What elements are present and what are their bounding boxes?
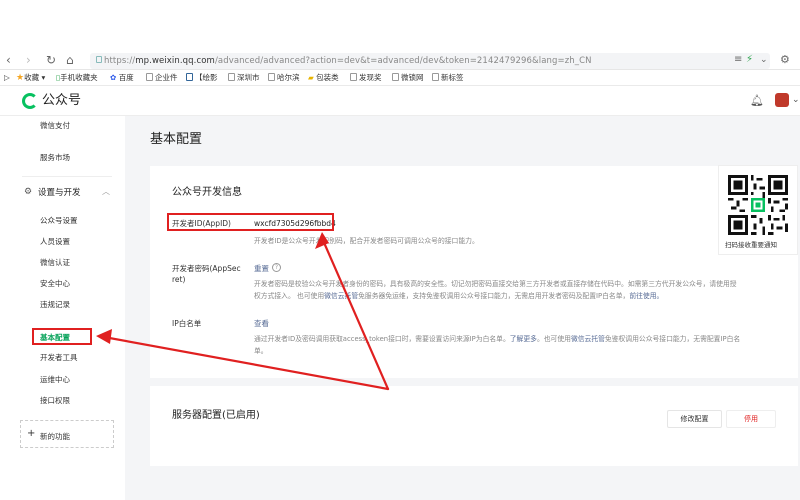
sidebar-item-violations[interactable]: 违规记录 [40, 299, 70, 311]
folder-icon: ▰ [308, 73, 314, 82]
dev-info-card [150, 166, 798, 378]
gear-icon[interactable]: ⚙ [780, 53, 790, 67]
lock-icon [96, 56, 102, 63]
bookmark-item[interactable]: 发现奖 [350, 72, 382, 83]
add-feature-label[interactable]: 新的功能 [40, 431, 70, 443]
chevron-up-icon[interactable]: ︿ [102, 186, 110, 197]
bookmark-item[interactable]: 企业件 [146, 72, 178, 83]
ip-desc-line2: 单。 [254, 347, 268, 355]
qr-code-icon [728, 175, 788, 235]
sidebar-item-security[interactable]: 安全中心 [40, 278, 70, 290]
url-scheme: https:// [104, 56, 136, 66]
bookmark-item[interactable]: 新标签 [432, 72, 464, 83]
page-icon [350, 73, 357, 81]
ip-whitelist-label: IP白名单 [172, 319, 202, 328]
chevron-down-icon[interactable]: ⌄ [760, 53, 768, 67]
sidebar-item-account-settings[interactable]: 公众号设置 [40, 215, 78, 227]
bookmark-sidebar-toggle[interactable]: ▷ [4, 72, 10, 83]
secret-label: 开发者密码(AppSec [172, 264, 241, 273]
page-icon [268, 73, 275, 81]
learn-more-link[interactable]: 了解更多 [510, 335, 537, 343]
sidebar-item-dev-tools[interactable]: 开发者工具 [40, 352, 78, 364]
bookmark-item[interactable]: 微锁网 [392, 72, 424, 83]
sidebar-item-ops-center[interactable]: 运维中心 [40, 374, 70, 386]
sidebar-item-wechat-verify[interactable]: 微信认证 [40, 257, 70, 269]
url-path: /advanced/advanced?action=dev&t=advanced… [214, 56, 592, 66]
page-title: 基本配置 [150, 132, 203, 147]
forward-icon[interactable]: › [26, 53, 31, 67]
home-icon[interactable]: ⌂ [66, 53, 74, 67]
back-icon[interactable]: ‹ [6, 53, 11, 67]
sidebar-item-service-market[interactable]: 服务市场 [40, 152, 70, 164]
secret-desc-line2: 权方式接入。 也可使用微信云托管免服务器免运维，支持免鉴权调用公众号接口能力，无… [254, 292, 664, 300]
cloud-hosting-link[interactable]: 微信云托管 [324, 292, 358, 300]
menu-icon[interactable]: ≡ [734, 53, 742, 67]
section-title-server-config: 服务器配置(已启用) [172, 410, 260, 421]
page-icon [186, 73, 193, 81]
reload-icon[interactable]: ↻ [46, 53, 56, 67]
sidebar-group-settings-dev[interactable]: 设置与开发 [38, 187, 81, 199]
app-logo-text: 公众号 [42, 93, 82, 108]
bell-icon[interactable]: 🔔︎ [750, 94, 764, 107]
page-icon [392, 73, 399, 81]
secret-label-cont: ret) [172, 275, 186, 284]
plus-icon: + [27, 428, 36, 439]
section-title-dev-info: 公众号开发信息 [172, 187, 242, 198]
modify-config-button[interactable]: 修改配置 [667, 410, 722, 428]
baidu-icon: ✿ [110, 73, 117, 82]
bookmark-item[interactable]: 【绘影 [186, 72, 218, 83]
annotation-box-basic-config [32, 328, 92, 345]
wechat-logo-icon [22, 93, 38, 109]
bookmark-item[interactable]: 深圳市 [228, 72, 260, 83]
qr-label: 扫码接收重要通知 [725, 241, 777, 249]
page-icon [146, 73, 153, 81]
bookmark-item[interactable]: 哈尔滨 [268, 72, 300, 83]
star-icon: ★ [16, 73, 25, 83]
view-ip-link[interactable]: 查看 [254, 318, 269, 329]
stop-button[interactable]: 停用 [726, 410, 776, 428]
ip-desc-line1: 通过开发者ID及密码调用获取access_token接口时，需要设置访问来源IP… [254, 335, 741, 343]
sidebar-item-staff-settings[interactable]: 人员设置 [40, 236, 70, 248]
url-host: mp.weixin.qq.com [135, 56, 215, 66]
annotation-box-appid [167, 213, 334, 231]
go-use-link[interactable]: 前往使用。 [629, 292, 663, 300]
bolt-icon[interactable]: ⚡ [746, 53, 753, 67]
cloud-hosting-link[interactable]: 微信云托管 [571, 335, 605, 343]
secret-desc-line1: 开发者密码是校验公众号开发者身份的密码，具有极高的安全性。切记勿把密码直接交给第… [254, 280, 737, 288]
avatar[interactable] [775, 93, 789, 107]
bookmark-item[interactable]: ▰ 包装类 [308, 72, 339, 83]
sidebar-divider [22, 176, 112, 177]
appid-desc: 开发者ID是公众号开发识别码，配合开发者密码可调用公众号的接口能力。 [254, 237, 479, 245]
url-text[interactable]: https://mp.weixin.qq.com/advanced/advanc… [104, 54, 592, 68]
page-icon [228, 73, 235, 81]
bookmark-favorites[interactable]: ★收藏 ▾ [16, 72, 45, 84]
reset-secret-link[interactable]: 重置 [254, 263, 269, 274]
bookmark-item[interactable]: ▯手机收藏夹 [56, 72, 98, 83]
help-icon[interactable]: ? [272, 263, 281, 272]
app-header [0, 86, 800, 116]
gear-icon: ⚙ [24, 187, 33, 197]
sidebar-item-api-permissions[interactable]: 接口权限 [40, 395, 70, 407]
bookmark-item[interactable]: ✿ 百度 [110, 72, 134, 83]
sidebar-item-wechat-pay[interactable]: 微信支付 [40, 120, 70, 132]
screenshot-frame: ‹ › ↻ ⌂ https://mp.weixin.qq.com/advance… [0, 0, 800, 500]
chevron-down-icon[interactable]: ⌄ [792, 95, 800, 105]
page-icon [432, 73, 439, 81]
